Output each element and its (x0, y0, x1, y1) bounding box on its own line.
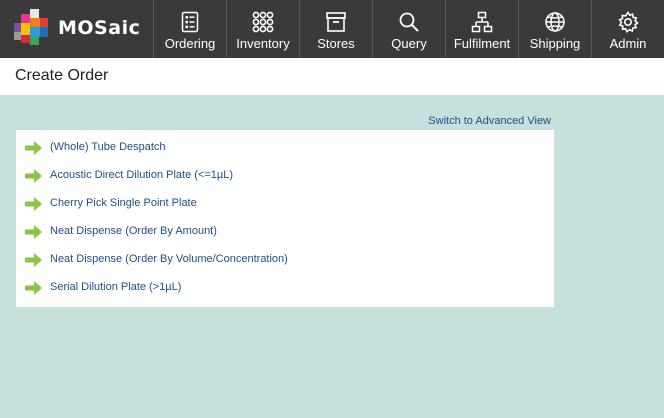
order-type-label: Serial Dilution Plate (>1µL) (50, 281, 182, 293)
nav-item-shipping[interactable]: Shipping (518, 0, 591, 58)
green-arrow-right-icon (25, 225, 42, 239)
storage-box-icon (326, 12, 346, 32)
mosaic-logo[interactable]: MOSaic (14, 9, 140, 47)
nav-item-query[interactable]: Query (372, 0, 445, 58)
order-type-list: (Whole) Tube Despatch Acoustic Direct Di… (16, 130, 554, 307)
clipboard-list-icon (181, 11, 199, 33)
page-header: Create Order (0, 58, 664, 95)
nav-label-shipping: Shipping (529, 36, 581, 51)
order-type-label: Cherry Pick Single Point Plate (50, 197, 197, 209)
mosaic-logo-mark-icon (14, 9, 52, 47)
top-navigation-bar: MOSaic Ordering Inventory Stores Query F… (0, 0, 664, 58)
nav-label-stores: Stores (317, 36, 355, 51)
green-arrow-right-icon (25, 197, 42, 211)
green-arrow-right-icon (25, 253, 42, 267)
order-type-label: (Whole) Tube Despatch (50, 141, 166, 153)
green-arrow-right-icon (25, 281, 42, 295)
globe-icon (545, 12, 565, 32)
order-type-label: Neat Dispense (Order By Amount) (50, 225, 217, 237)
nav-label-query: Query (391, 36, 427, 51)
nav-item-fulfilment[interactable]: Fulfilment (445, 0, 518, 58)
magnifier-icon (399, 12, 419, 32)
page-title: Create Order (15, 67, 109, 84)
hierarchy-icon (471, 11, 493, 33)
nav-label-ordering: Ordering (164, 36, 216, 51)
order-type-label: Neat Dispense (Order By Volume/Concentra… (50, 253, 288, 265)
nav-item-stores[interactable]: Stores (299, 0, 372, 58)
green-arrow-right-icon (25, 169, 42, 183)
brand-name: MOSaic (58, 16, 141, 39)
nav-label-admin: Admin (609, 36, 647, 51)
order-type-label: Acoustic Direct Dilution Plate (<=1µL) (50, 169, 234, 181)
switch-to-advanced-view-link[interactable]: Switch to Advanced View (428, 115, 551, 127)
nav-label-inventory: Inventory (236, 36, 290, 51)
nav-item-inventory[interactable]: Inventory (226, 0, 299, 58)
green-arrow-right-icon (25, 141, 42, 155)
main-nav: Ordering Inventory Stores Query Fulfilme… (153, 0, 664, 58)
nav-label-fulfilment: Fulfilment (453, 36, 511, 51)
gear-icon (618, 11, 639, 33)
nav-item-admin[interactable]: Admin (591, 0, 664, 58)
grid-dots-icon (252, 11, 274, 33)
nav-item-ordering[interactable]: Ordering (153, 0, 226, 58)
